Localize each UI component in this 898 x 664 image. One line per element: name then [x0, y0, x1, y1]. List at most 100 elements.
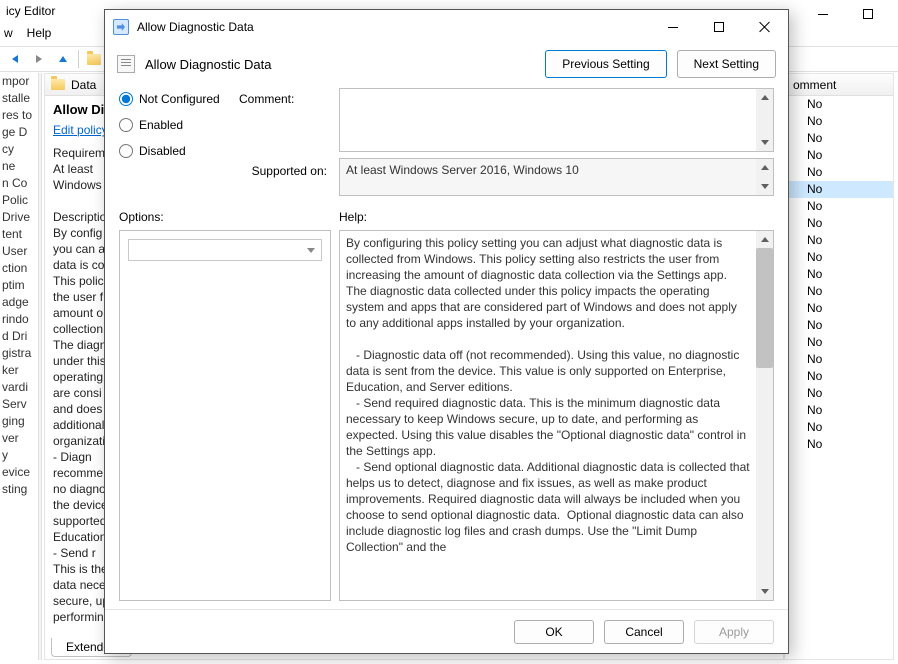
tree-item[interactable]: stalle — [2, 90, 38, 107]
list-row[interactable]: No — [785, 215, 893, 232]
tree-item[interactable]: tent — [2, 226, 38, 243]
list-row[interactable]: No — [785, 334, 893, 351]
tree-item[interactable]: y — [2, 447, 38, 464]
scrollbar[interactable] — [756, 159, 773, 195]
dialog-title: Allow Diagnostic Data — [137, 20, 650, 34]
tree-item[interactable]: ging — [2, 413, 38, 430]
radio-input-disabled[interactable] — [119, 144, 133, 158]
tree-item[interactable]: Serv — [2, 396, 38, 413]
list-row[interactable]: No — [785, 402, 893, 419]
dialog-icon — [113, 19, 129, 35]
tree-item[interactable]: Polic — [2, 192, 38, 209]
comment-field[interactable] — [339, 88, 774, 152]
list-row[interactable]: No — [785, 368, 893, 385]
parent-minimize-button[interactable] — [800, 0, 845, 28]
radio-not-configured[interactable]: Not Configured — [119, 92, 231, 106]
tree-item[interactable]: User — [2, 243, 38, 260]
ok-button[interactable]: OK — [514, 620, 594, 644]
radio-disabled[interactable]: Disabled — [119, 144, 231, 158]
radio-enabled[interactable]: Enabled — [119, 118, 231, 132]
back-button[interactable] — [4, 48, 26, 70]
dialog-subtitle: Allow Diagnostic Data — [145, 57, 535, 72]
list-row[interactable]: No — [785, 130, 893, 147]
list-row[interactable]: No — [785, 300, 893, 317]
list-row[interactable]: No — [785, 419, 893, 436]
tree-item[interactable]: ge D — [2, 124, 38, 141]
scroll-up-icon[interactable] — [756, 89, 773, 106]
menu-item[interactable]: w — [0, 24, 23, 44]
minimize-button[interactable] — [650, 12, 696, 42]
list-row[interactable]: No — [785, 283, 893, 300]
scroll-up-icon[interactable] — [756, 159, 773, 176]
scroll-down-icon[interactable] — [756, 178, 773, 195]
list-row[interactable]: No — [785, 113, 893, 130]
supported-on-value: At least Windows Server 2016, Windows 10 — [340, 159, 756, 195]
scroll-down-icon[interactable] — [756, 134, 773, 151]
list-row[interactable]: No — [785, 249, 893, 266]
cancel-button[interactable]: Cancel — [604, 620, 684, 644]
scroll-thumb[interactable] — [756, 248, 773, 368]
tree-item[interactable]: adge — [2, 294, 38, 311]
list-row[interactable]: No — [785, 351, 893, 368]
scrollbar[interactable] — [756, 89, 773, 151]
parent-maximize-button[interactable] — [845, 0, 890, 28]
list-row[interactable]: No — [785, 436, 893, 453]
options-dropdown[interactable] — [128, 239, 322, 261]
parent-menubar: w Help — [0, 24, 61, 44]
previous-setting-button[interactable]: Previous Setting — [545, 50, 666, 78]
comment-value[interactable] — [340, 89, 756, 151]
apply-button[interactable]: Apply — [694, 620, 774, 644]
supported-on-label: Supported on: — [239, 158, 331, 196]
radio-input-enabled[interactable] — [119, 118, 133, 132]
tree-item[interactable]: evice — [2, 464, 38, 481]
dialog-toolbar: Allow Diagnostic Data Previous Setting N… — [105, 44, 788, 84]
column-header-comment[interactable]: omment — [785, 74, 893, 96]
tree-item[interactable]: res to — [2, 107, 38, 124]
tree-item[interactable]: n Co — [2, 175, 38, 192]
comment-label: Comment: — [239, 88, 331, 106]
tree-item[interactable]: ver — [2, 430, 38, 447]
tree-item[interactable]: ction — [2, 260, 38, 277]
tree-item[interactable]: Drive — [2, 209, 38, 226]
tree-pane[interactable]: mporstalleres toge Dcynen CoPolicDrivete… — [0, 73, 38, 660]
list-row[interactable]: No — [785, 164, 893, 181]
next-setting-button[interactable]: Next Setting — [677, 50, 776, 78]
list-pane: omment NoNoNoNoNoNoNoNoNoNoNoNoNoNoNoNoN… — [784, 73, 894, 660]
dialog-titlebar[interactable]: Allow Diagnostic Data — [105, 10, 788, 44]
close-icon — [759, 21, 771, 33]
tree-item[interactable]: ker — [2, 362, 38, 379]
list-row[interactable]: No — [785, 198, 893, 215]
list-row[interactable]: No — [785, 147, 893, 164]
list-row[interactable]: No — [785, 385, 893, 402]
list-row[interactable]: No — [785, 96, 893, 113]
help-label: Help: — [339, 202, 774, 224]
tree-item[interactable]: mpor — [2, 73, 38, 90]
tree-item[interactable]: cy — [2, 141, 38, 158]
forward-button[interactable] — [28, 48, 50, 70]
tree-item[interactable]: ptim — [2, 277, 38, 294]
folder-icon — [87, 54, 101, 65]
tree-item[interactable]: ne — [2, 158, 38, 175]
radio-input-not-configured[interactable] — [119, 92, 133, 106]
splitter[interactable] — [38, 73, 42, 660]
scroll-down-icon[interactable] — [756, 583, 773, 600]
list-row[interactable]: No — [785, 266, 893, 283]
tree-item[interactable]: sting — [2, 481, 38, 498]
folder-label: Data — [71, 78, 96, 92]
list-row[interactable]: No — [785, 181, 893, 198]
close-button[interactable] — [742, 12, 788, 42]
up-button[interactable] — [52, 48, 74, 70]
menu-help[interactable]: Help — [23, 24, 62, 44]
tree-item[interactable]: gistra — [2, 345, 38, 362]
radio-label: Enabled — [139, 118, 183, 132]
list-row[interactable]: No — [785, 232, 893, 249]
tree-item[interactable]: vardi — [2, 379, 38, 396]
scroll-up-icon[interactable] — [756, 231, 773, 248]
folder-button[interactable] — [83, 48, 105, 70]
options-label: Options: — [119, 202, 331, 224]
list-row[interactable]: No — [785, 317, 893, 334]
maximize-button[interactable] — [696, 12, 742, 42]
tree-item[interactable]: d Dri — [2, 328, 38, 345]
scrollbar[interactable] — [756, 231, 773, 600]
tree-item[interactable]: rindo — [2, 311, 38, 328]
